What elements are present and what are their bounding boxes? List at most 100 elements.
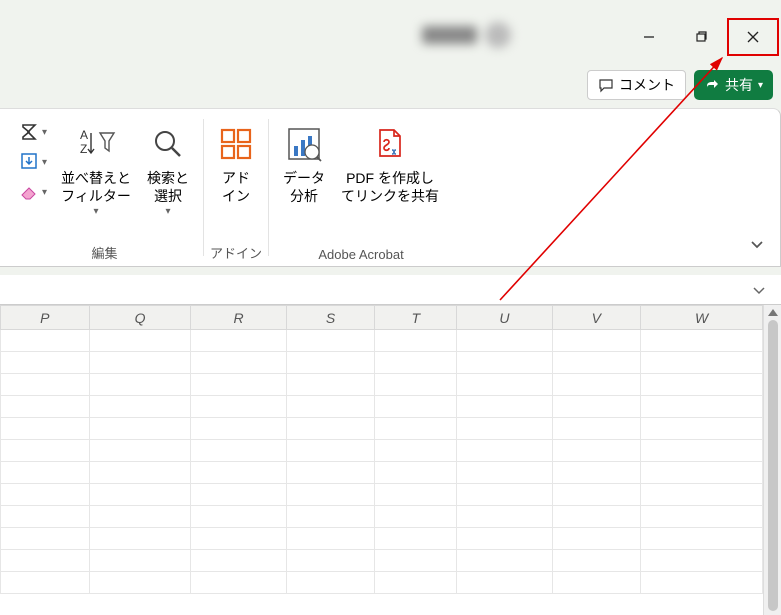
cell[interactable]: [641, 528, 763, 550]
cell[interactable]: [641, 572, 763, 594]
chevron-down-icon[interactable]: [751, 282, 767, 298]
column-header[interactable]: R: [191, 306, 286, 330]
restore-button[interactable]: [675, 18, 727, 56]
cell[interactable]: [286, 550, 375, 572]
cell[interactable]: [375, 528, 457, 550]
cell[interactable]: [375, 330, 457, 352]
column-header[interactable]: W: [641, 306, 763, 330]
scroll-up-arrow[interactable]: [768, 309, 778, 316]
cell[interactable]: [552, 572, 641, 594]
cell[interactable]: [286, 528, 375, 550]
pdf-create-share-button[interactable]: PDF を作成し てリンクを共有: [333, 117, 447, 211]
cell[interactable]: [89, 330, 191, 352]
data-analysis-button[interactable]: データ 分析: [275, 117, 333, 211]
cell[interactable]: [375, 572, 457, 594]
cell[interactable]: [286, 572, 375, 594]
column-header[interactable]: V: [552, 306, 641, 330]
cell[interactable]: [89, 550, 191, 572]
cell[interactable]: [552, 550, 641, 572]
cell[interactable]: [191, 550, 286, 572]
share-button[interactable]: 共有 ▾: [694, 70, 773, 100]
find-select-button[interactable]: 検索と 選択 ▾: [139, 117, 197, 224]
cell[interactable]: [1, 374, 90, 396]
cell[interactable]: [286, 396, 375, 418]
cell[interactable]: [1, 440, 90, 462]
cell[interactable]: [552, 396, 641, 418]
cell[interactable]: [89, 506, 191, 528]
cell[interactable]: [552, 330, 641, 352]
column-header[interactable]: U: [457, 306, 552, 330]
cell[interactable]: [191, 352, 286, 374]
cell[interactable]: [375, 418, 457, 440]
cell[interactable]: [641, 374, 763, 396]
vertical-scrollbar[interactable]: [763, 305, 781, 615]
cell[interactable]: [1, 396, 90, 418]
cell[interactable]: [1, 572, 90, 594]
cell[interactable]: [552, 528, 641, 550]
cell[interactable]: [457, 550, 552, 572]
column-header[interactable]: P: [1, 306, 90, 330]
cell[interactable]: [641, 506, 763, 528]
cell[interactable]: [191, 572, 286, 594]
cell[interactable]: [191, 374, 286, 396]
cell[interactable]: [552, 506, 641, 528]
scroll-thumb[interactable]: [768, 320, 778, 611]
sort-filter-button[interactable]: A Z 並べ替えと フィルター ▾: [53, 117, 139, 224]
minimize-button[interactable]: [623, 18, 675, 56]
clear-button[interactable]: ▾: [18, 181, 47, 203]
cell[interactable]: [89, 352, 191, 374]
cell[interactable]: [1, 550, 90, 572]
cell[interactable]: [375, 484, 457, 506]
cell[interactable]: [641, 550, 763, 572]
cell[interactable]: [552, 374, 641, 396]
spreadsheet-grid[interactable]: PQRSTUVW: [0, 305, 763, 615]
cell[interactable]: [457, 352, 552, 374]
cell[interactable]: [1, 330, 90, 352]
cell[interactable]: [457, 528, 552, 550]
cell[interactable]: [191, 528, 286, 550]
close-button[interactable]: [727, 18, 779, 56]
cell[interactable]: [641, 396, 763, 418]
cell[interactable]: [641, 462, 763, 484]
comments-button[interactable]: コメント: [587, 70, 686, 100]
cell[interactable]: [191, 440, 286, 462]
ribbon-collapse-button[interactable]: [748, 235, 766, 256]
cell[interactable]: [552, 440, 641, 462]
cell[interactable]: [286, 352, 375, 374]
cell[interactable]: [89, 418, 191, 440]
column-header[interactable]: Q: [89, 306, 191, 330]
cell[interactable]: [1, 352, 90, 374]
cell[interactable]: [375, 462, 457, 484]
cell[interactable]: [286, 418, 375, 440]
cell[interactable]: [641, 484, 763, 506]
cell[interactable]: [375, 396, 457, 418]
cell[interactable]: [457, 418, 552, 440]
cell[interactable]: [457, 374, 552, 396]
cell[interactable]: [457, 330, 552, 352]
cell[interactable]: [552, 352, 641, 374]
cell[interactable]: [641, 352, 763, 374]
column-header[interactable]: T: [375, 306, 457, 330]
cell[interactable]: [286, 484, 375, 506]
fill-button[interactable]: ▾: [18, 151, 47, 173]
cell[interactable]: [552, 462, 641, 484]
cell[interactable]: [375, 352, 457, 374]
cell[interactable]: [1, 484, 90, 506]
cell[interactable]: [89, 484, 191, 506]
cell[interactable]: [552, 484, 641, 506]
cell[interactable]: [457, 506, 552, 528]
cell[interactable]: [89, 374, 191, 396]
cell[interactable]: [457, 484, 552, 506]
cell[interactable]: [286, 506, 375, 528]
cell[interactable]: [89, 572, 191, 594]
cell[interactable]: [552, 418, 641, 440]
formula-bar[interactable]: [0, 275, 781, 305]
cell[interactable]: [89, 440, 191, 462]
addins-button[interactable]: アド イン: [210, 117, 262, 211]
cell[interactable]: [286, 440, 375, 462]
cell[interactable]: [191, 330, 286, 352]
autosum-button[interactable]: ▾: [18, 121, 47, 143]
cell[interactable]: [457, 462, 552, 484]
cell[interactable]: [89, 396, 191, 418]
cell[interactable]: [286, 330, 375, 352]
